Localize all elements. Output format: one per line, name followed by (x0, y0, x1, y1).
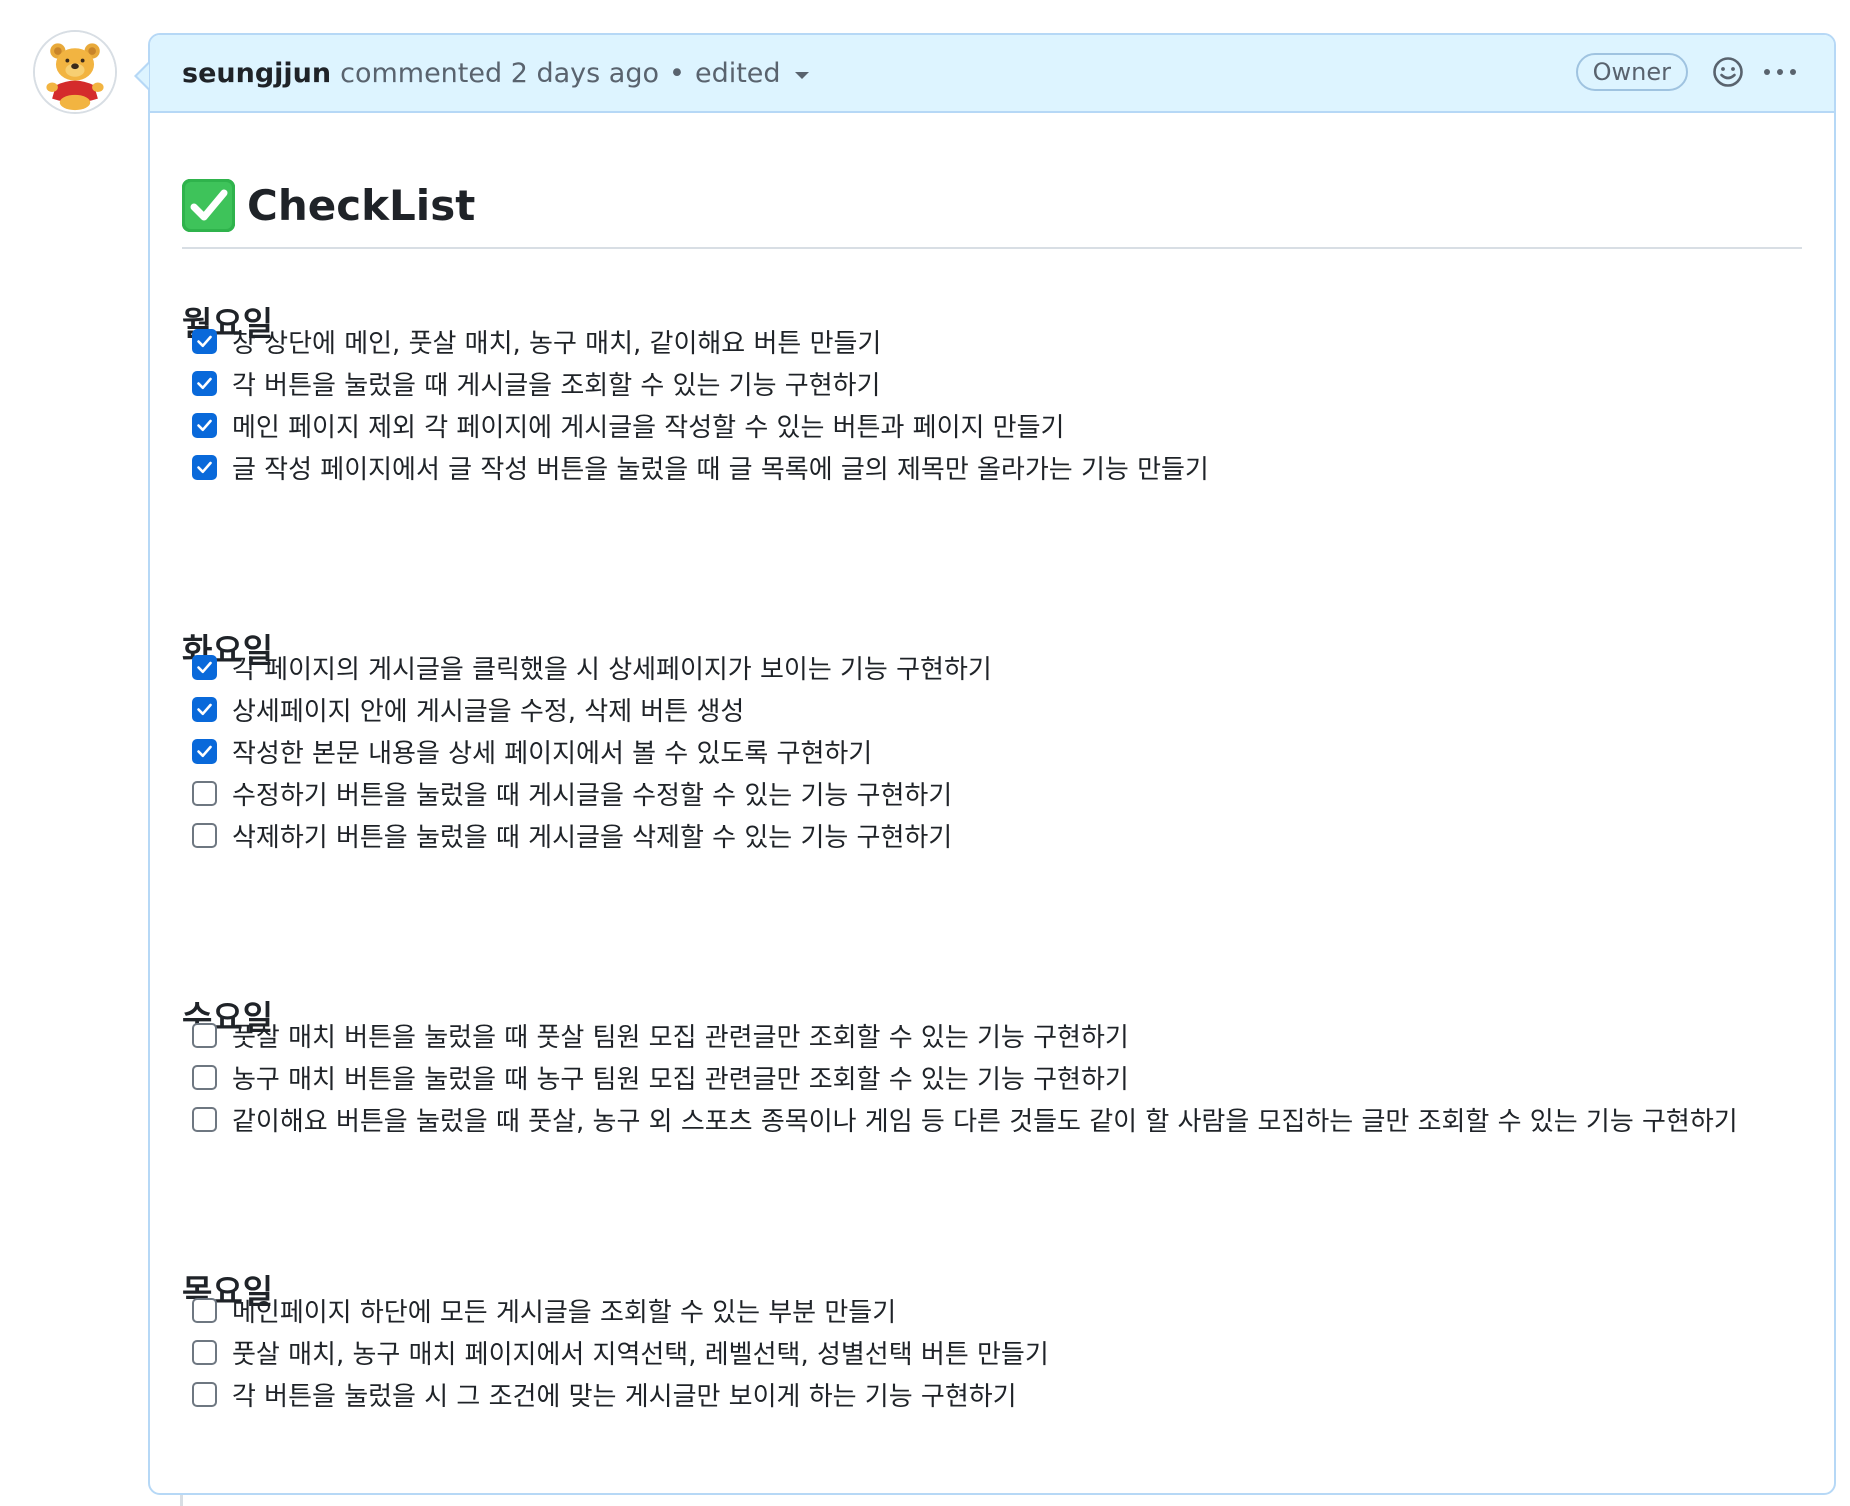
task-item: 메인페이지 하단에 모든 게시글을 조회할 수 있는 부분 만들기 (192, 1290, 896, 1330)
task-checkbox[interactable] (192, 738, 217, 764)
task-checkbox[interactable] (192, 454, 217, 480)
task-checkbox[interactable] (192, 780, 217, 806)
task-item: 각 버튼을 눌렀을 때 게시글을 조회할 수 있는 기능 구현하기 (192, 363, 880, 403)
task-label: 같이해요 버튼을 눌렀을 때 풋살, 농구 외 스포츠 종목이나 게임 등 다른… (232, 1106, 1738, 1137)
chevron-down-icon[interactable] (794, 72, 809, 79)
task-checkbox[interactable] (192, 654, 217, 680)
task-item: 각 버튼을 눌렀을 시 그 조건에 맞는 게시글만 보이게 하는 기능 구현하기 (192, 1374, 1017, 1414)
task-item: 풋살 매치, 농구 매치 페이지에서 지역선택, 레벨선택, 성별선택 버튼 만… (192, 1332, 1049, 1372)
owner-badge: Owner (1575, 53, 1688, 91)
task-label: 풋살 매치 버튼을 눌렀을 때 풋살 팀원 모집 관련글만 조회할 수 있는 기… (232, 1022, 1129, 1053)
task-item: 농구 매치 버튼을 눌렀을 때 농구 팀원 모집 관련글만 조회할 수 있는 기… (192, 1057, 1129, 1097)
comment-action: commented (340, 57, 503, 89)
task-item: 같이해요 버튼을 눌렀을 때 풋살, 농구 외 스포츠 종목이나 게임 등 다른… (192, 1099, 1738, 1139)
add-reaction-button[interactable] (1710, 54, 1746, 90)
task-label: 창 상단에 메인, 풋살 매치, 농구 매치, 같이해요 버튼 만들기 (232, 328, 882, 359)
task-checkbox[interactable] (192, 1297, 217, 1323)
checklist-title: CheckList (182, 179, 475, 232)
task-item: 창 상단에 메인, 풋살 매치, 농구 매치, 같이해요 버튼 만들기 (192, 321, 881, 361)
author-link[interactable]: seungjjun (182, 58, 331, 89)
task-checkbox[interactable] (192, 1339, 217, 1365)
task-label: 작성한 본문 내용을 상세 페이지에서 볼 수 있도록 구현하기 (232, 738, 873, 769)
task-checkbox[interactable] (192, 1106, 217, 1132)
task-label: 글 작성 페이지에서 글 작성 버튼을 눌렀을 때 글 목록에 글의 제목만 올… (232, 454, 1209, 485)
task-label: 각 버튼을 눌렀을 때 게시글을 조회할 수 있는 기능 구현하기 (232, 370, 881, 401)
task-label: 농구 매치 버튼을 눌렀을 때 농구 팀원 모집 관련글만 조회할 수 있는 기… (232, 1064, 1129, 1095)
task-item: 작성한 본문 내용을 상세 페이지에서 볼 수 있도록 구현하기 (192, 731, 872, 771)
white-check-mark-icon (182, 179, 235, 232)
comment-header: seungjjun commented 2 days ago • edited … (150, 35, 1834, 113)
task-checkbox[interactable] (192, 1381, 217, 1407)
timeline-connector (180, 1495, 183, 1506)
task-label: 각 버튼을 눌렀을 시 그 조건에 맞는 게시글만 보이게 하는 기능 구현하기 (232, 1381, 1017, 1412)
task-checkbox[interactable] (192, 1022, 217, 1048)
task-label: 메인페이지 하단에 모든 게시글을 조회할 수 있는 부분 만들기 (232, 1297, 897, 1328)
task-checkbox[interactable] (192, 822, 217, 848)
task-item: 글 작성 페이지에서 글 작성 버튼을 눌렀을 때 글 목록에 글의 제목만 올… (192, 447, 1209, 487)
comment-meta: seungjjun commented 2 days ago • edited (182, 35, 809, 111)
task-item: 상세페이지 안에 게시글을 수정, 삭제 버튼 생성 (192, 689, 744, 729)
comment-options-button[interactable] (1760, 54, 1800, 90)
task-item: 삭제하기 버튼을 눌렀을 때 게시글을 삭제할 수 있는 기능 구현하기 (192, 815, 952, 855)
issue-comment-view: seungjjun commented 2 days ago • edited … (0, 0, 1850, 1506)
author-avatar[interactable] (33, 30, 117, 114)
issue-comment: seungjjun commented 2 days ago • edited … (148, 33, 1836, 1495)
checklist-heading: CheckList (247, 181, 476, 230)
kebab-horizontal-icon (1764, 69, 1796, 75)
task-item: 메인 페이지 제외 각 페이지에 게시글을 작성할 수 있는 버튼과 페이지 만… (192, 405, 1064, 445)
task-label: 삭제하기 버튼을 눌렀을 때 게시글을 삭제할 수 있는 기능 구현하기 (232, 822, 953, 853)
task-label: 각 페이지의 게시글을 클릭했을 시 상세페이지가 보이는 기능 구현하기 (232, 654, 992, 685)
task-checkbox[interactable] (192, 328, 217, 354)
meta-separator: • (669, 57, 685, 89)
task-checkbox[interactable] (192, 370, 217, 396)
edited-history-button[interactable]: edited (695, 58, 781, 89)
task-item: 각 페이지의 게시글을 클릭했을 시 상세페이지가 보이는 기능 구현하기 (192, 647, 992, 687)
task-checkbox[interactable] (192, 412, 217, 438)
comment-pointer-fill (137, 64, 149, 88)
winnie-the-pooh-avatar-icon (35, 32, 115, 112)
comment-timestamp[interactable]: 2 days ago (511, 58, 659, 89)
task-checkbox[interactable] (192, 1064, 217, 1090)
task-label: 상세페이지 안에 게시글을 수정, 삭제 버튼 생성 (232, 696, 745, 727)
task-label: 수정하기 버튼을 눌렀을 때 게시글을 수정할 수 있는 기능 구현하기 (232, 780, 953, 811)
smiley-icon (1713, 57, 1743, 87)
task-item: 수정하기 버튼을 눌렀을 때 게시글을 수정할 수 있는 기능 구현하기 (192, 773, 952, 813)
heading-divider (182, 247, 1802, 249)
task-label: 풋살 매치, 농구 매치 페이지에서 지역선택, 레벨선택, 성별선택 버튼 만… (232, 1339, 1049, 1370)
task-checkbox[interactable] (192, 696, 217, 722)
task-item: 풋살 매치 버튼을 눌렀을 때 풋살 팀원 모집 관련글만 조회할 수 있는 기… (192, 1015, 1129, 1055)
task-label: 메인 페이지 제외 각 페이지에 게시글을 작성할 수 있는 버튼과 페이지 만… (232, 412, 1065, 443)
